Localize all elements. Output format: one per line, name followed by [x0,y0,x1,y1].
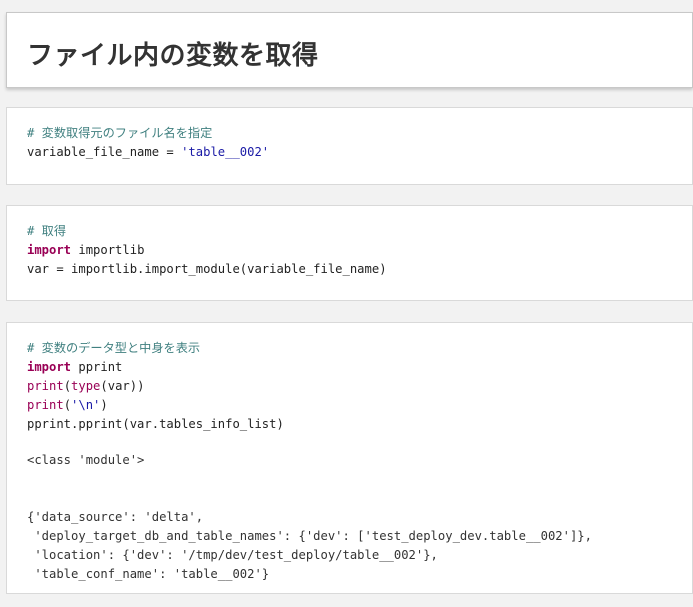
code-block[interactable]: # 変数取得元のファイル名を指定 variable_file_name = 't… [27,124,684,162]
code-token: variable_file_name = [27,145,182,159]
code-token: # 変数取得元のファイル名を指定 [27,126,213,140]
code-token: print [27,398,64,412]
code-line: print(type(var)) [27,379,144,393]
code-token: pprint [71,360,123,374]
code-line: variable_file_name = 'table__002' [27,145,269,159]
cell-output-type: <class 'module'> [27,453,145,467]
code-token: ( [63,398,72,412]
code-token: '\n' [71,398,101,412]
code-token: print [27,379,64,393]
code-token: importlib [71,243,145,257]
header-card: ファイル内の変数を取得 [6,12,693,88]
code-line: print('\n') [27,398,108,412]
code-line: import pprint [27,360,122,374]
code-cell[interactable]: # 変数のデータ型と中身を表示 import pprint print(type… [6,322,693,594]
code-token: pprint.pprint(var.tables_info_list) [27,417,284,431]
code-token: # 取得 [27,224,67,238]
code-line: # 変数のデータ型と中身を表示 [27,341,200,355]
code-token: ) [100,398,108,412]
code-block[interactable]: # 変数のデータ型と中身を表示 import pprint print(type… [27,339,684,434]
code-token: type [71,379,101,393]
code-token: ( [63,379,72,393]
code-token: 'table__002' [181,145,270,159]
code-line: import importlib [27,243,144,257]
code-token: # 変数のデータ型と中身を表示 [27,341,201,355]
code-line: var = importlib.import_module(variable_f… [27,262,387,276]
cell-output-dict: {'data_source': 'delta', 'deploy_target_… [27,510,592,581]
code-block[interactable]: # 取得 import importlib var = importlib.im… [27,222,684,279]
code-cell[interactable]: # 変数取得元のファイル名を指定 variable_file_name = 't… [6,107,693,185]
code-line: # 取得 [27,224,66,238]
code-cell[interactable]: # 取得 import importlib var = importlib.im… [6,205,693,301]
code-token: var = importlib.import_module(variable_f… [27,262,387,276]
code-token: import [27,243,72,257]
code-token: (var)) [100,379,145,393]
code-token: import [27,360,72,374]
code-line: # 変数取得元のファイル名を指定 [27,126,212,140]
page-title: ファイル内の変数を取得 [27,41,319,71]
code-line: pprint.pprint(var.tables_info_list) [27,417,284,431]
